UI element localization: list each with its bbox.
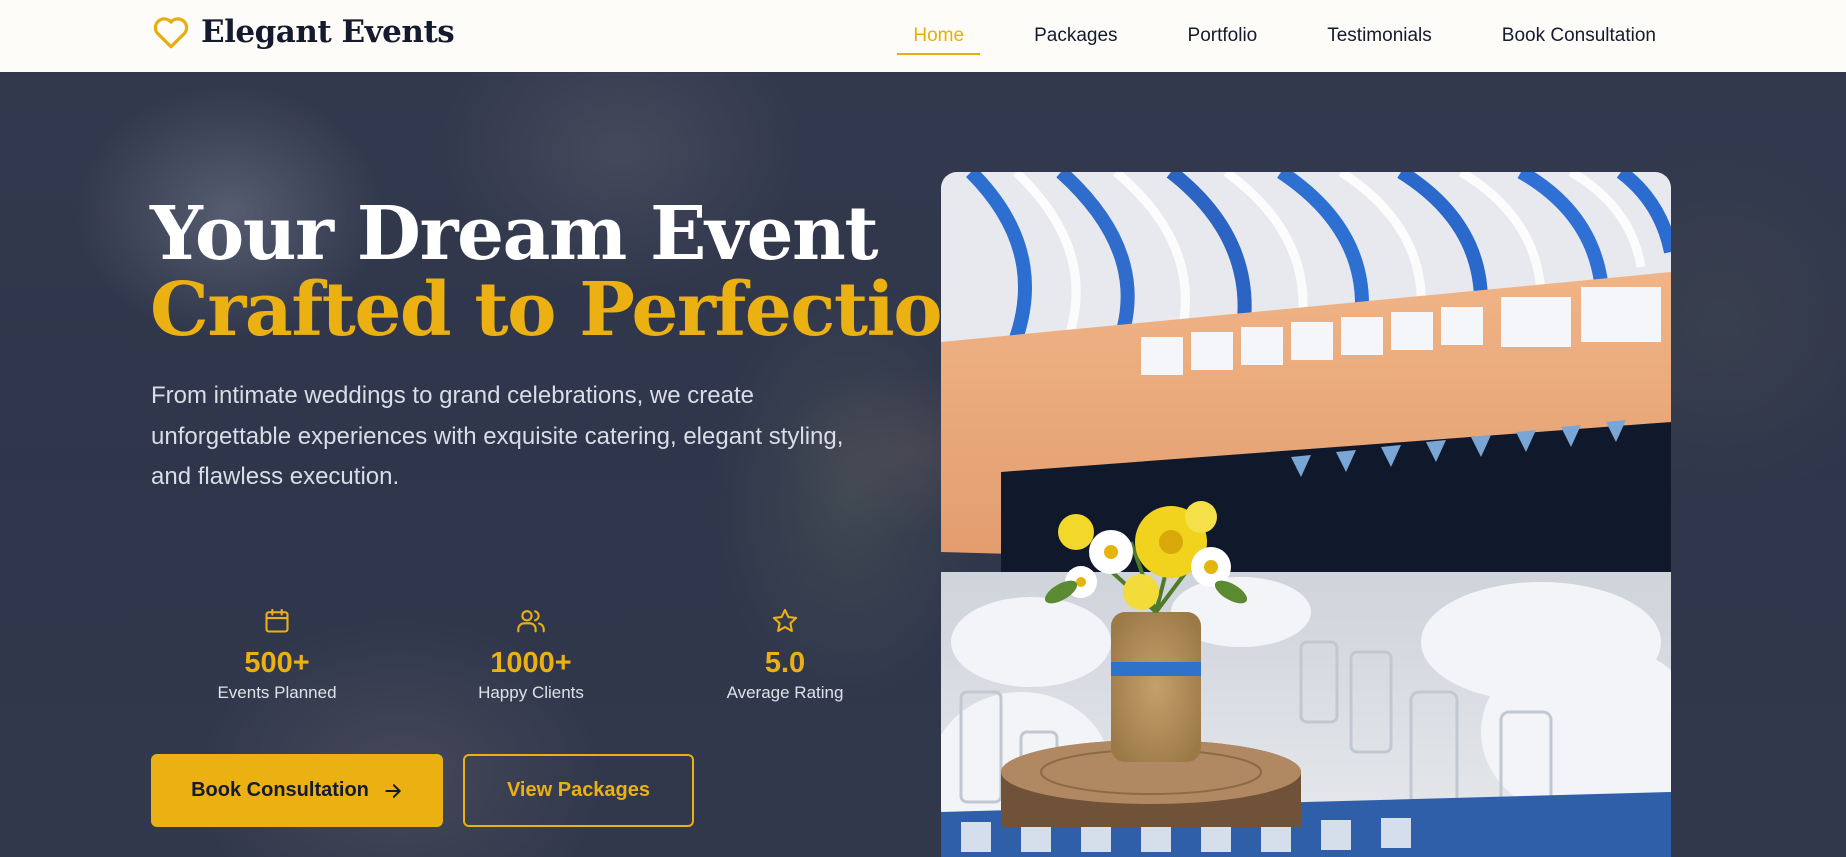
nav-home[interactable]: Home (897, 0, 980, 72)
users-icon (516, 606, 546, 636)
stat-value: 500+ (244, 647, 310, 679)
nav-packages[interactable]: Packages (1034, 0, 1117, 72)
site-header: Elegant Events Home Packages Portfolio T… (0, 0, 1846, 72)
arrow-right-icon (383, 781, 403, 801)
stat-value: 1000+ (490, 647, 572, 679)
view-packages-button[interactable]: View Packages (463, 754, 694, 827)
star-icon (770, 606, 800, 636)
stats-row: 500+ Events Planned 1000+ Happy Clients … (150, 606, 912, 703)
nav-portfolio[interactable]: Portfolio (1188, 0, 1258, 72)
hero-title-line2: Crafted to Perfection (150, 267, 995, 353)
stat-events-planned: 500+ Events Planned (150, 606, 404, 703)
main-nav: Home Packages Portfolio Testimonials Boo… (843, 0, 1656, 72)
event-venue-photo (941, 172, 1671, 857)
stat-label: Average Rating (726, 683, 844, 702)
hero-title: Your Dream Event Crafted to Perfection (150, 191, 995, 353)
nav-book-consultation[interactable]: Book Consultation (1502, 0, 1656, 72)
book-consultation-label: Book Consultation (191, 779, 369, 801)
book-consultation-button[interactable]: Book Consultation (151, 754, 443, 827)
nav-testimonials[interactable]: Testimonials (1327, 0, 1432, 72)
heart-icon (151, 12, 191, 52)
stat-value: 5.0 (764, 647, 806, 679)
hero-title-line1: Your Dream Event (150, 191, 879, 277)
calendar-icon (262, 606, 292, 636)
stat-average-rating: 5.0 Average Rating (658, 606, 912, 703)
logo[interactable]: Elegant Events (151, 12, 455, 52)
hero-description: From intimate weddings to grand celebrat… (151, 382, 844, 490)
logo-text: Elegant Events (201, 14, 455, 50)
stat-label: Events Planned (217, 683, 337, 702)
stat-happy-clients: 1000+ Happy Clients (404, 606, 658, 703)
stat-label: Happy Clients (478, 683, 584, 702)
